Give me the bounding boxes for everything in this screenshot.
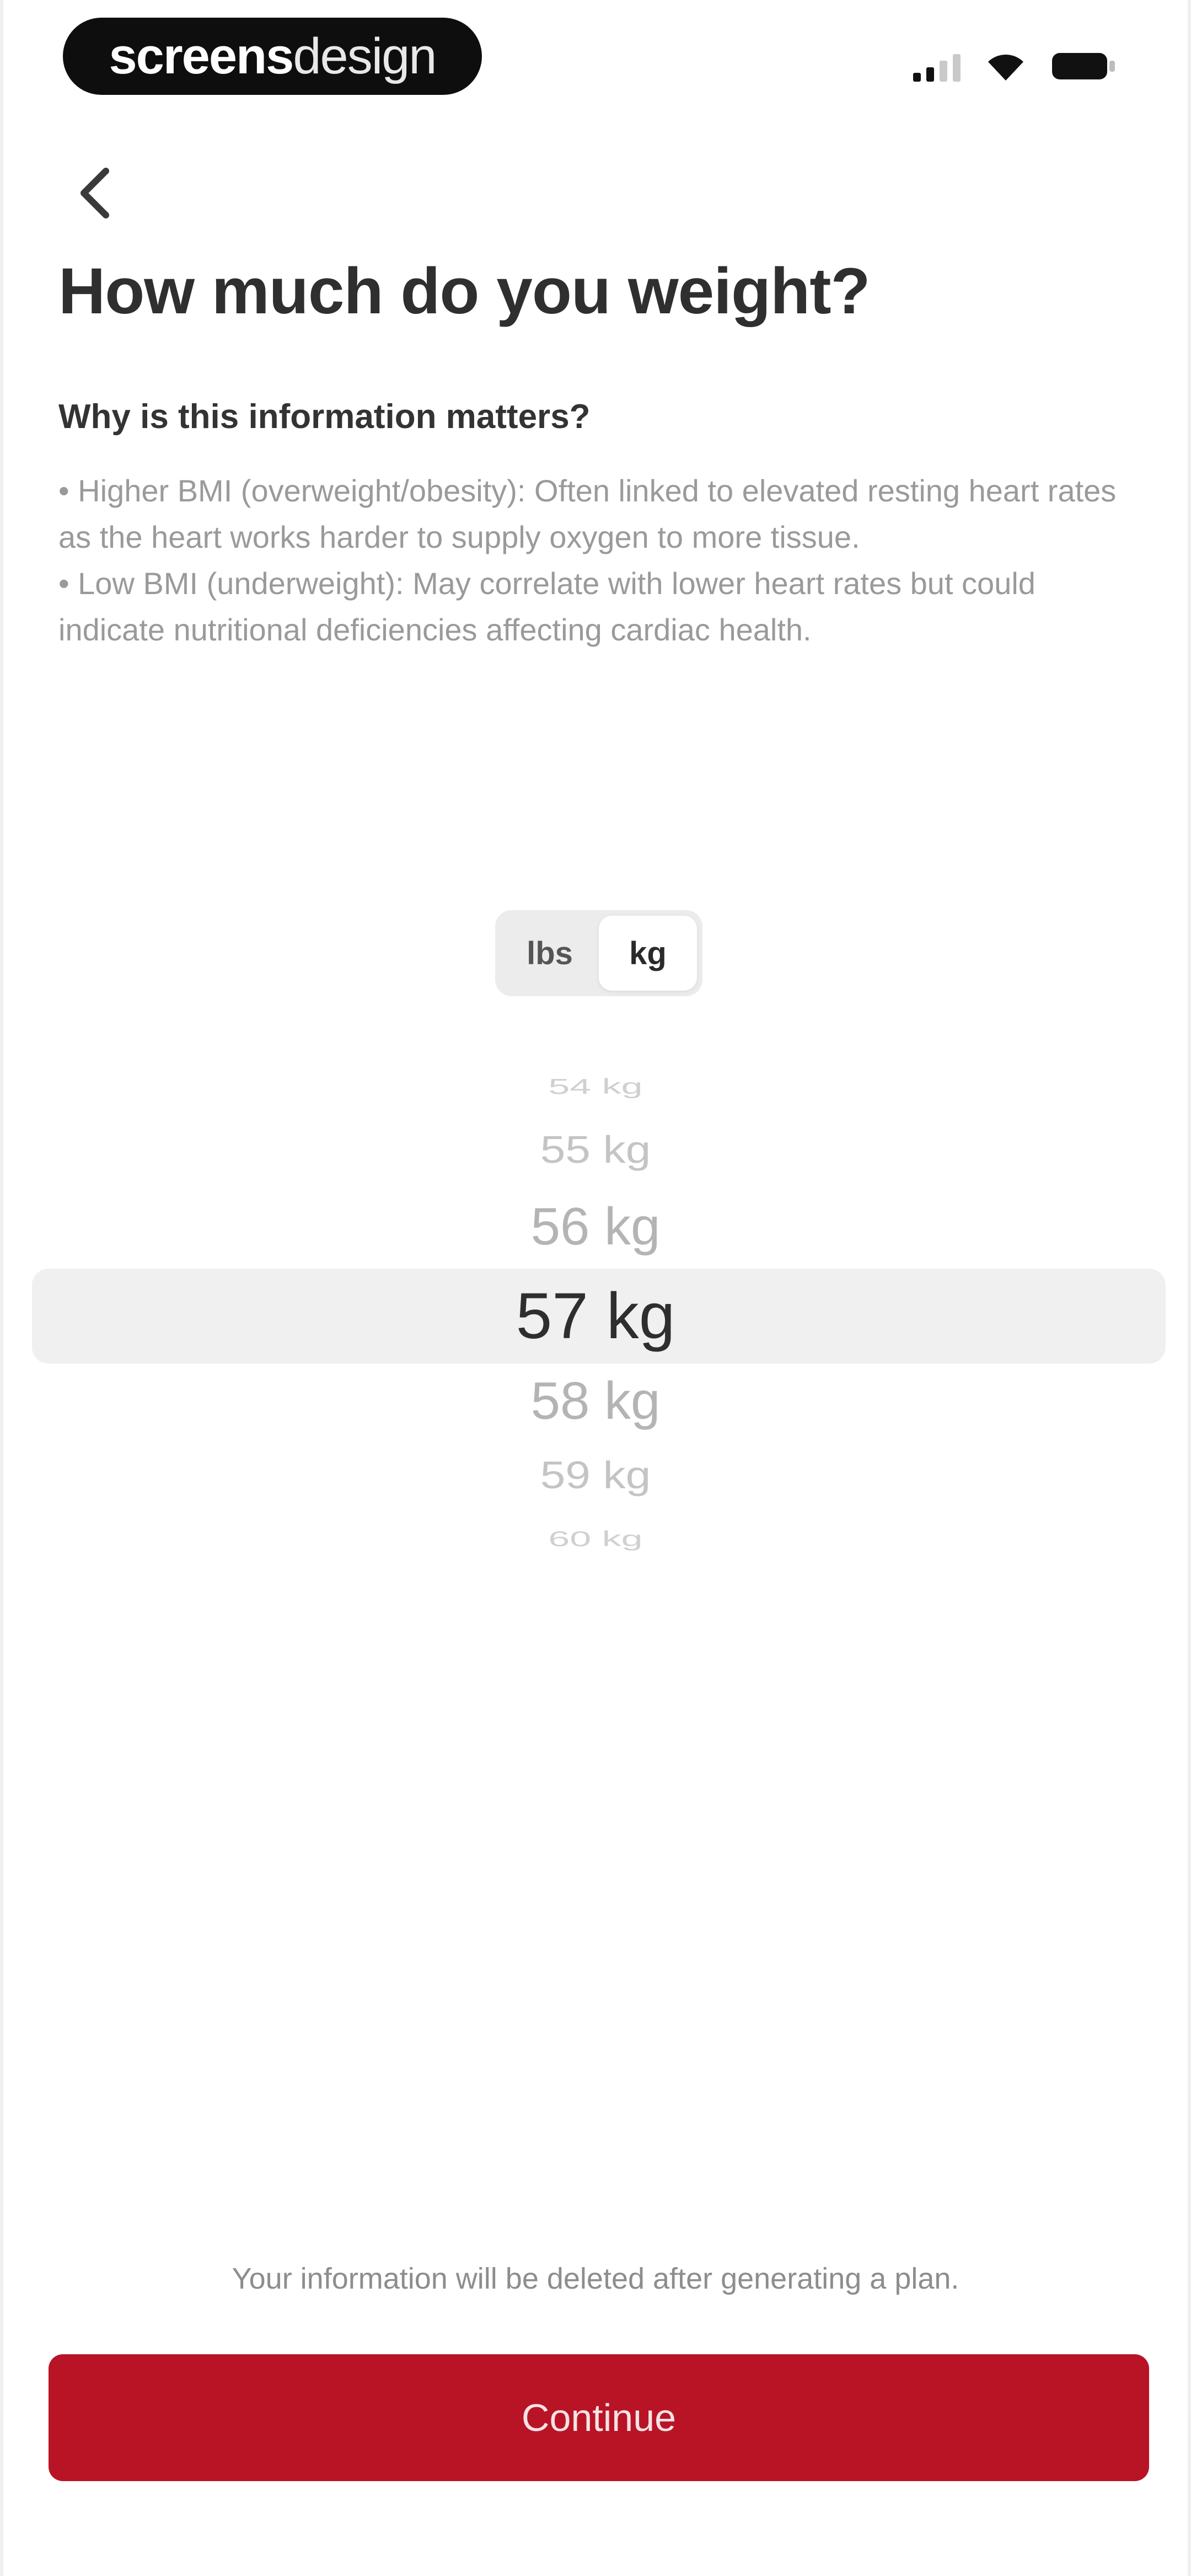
status-icons [913, 51, 1116, 82]
picker-item[interactable]: 55 kg [3, 1124, 1188, 1176]
cellular-signal-icon [913, 54, 961, 82]
brand-logo-light: design [293, 28, 437, 84]
picker-item-selected[interactable]: 57 kg [3, 1272, 1188, 1360]
info-point-high-bmi: • Higher BMI (overweight/obesity): Often… [58, 473, 1117, 554]
privacy-disclaimer: Your information will be deleted after g… [232, 2262, 959, 2295]
info-point-low-bmi: • Low BMI (underweight): May correlate w… [58, 566, 1036, 647]
unit-option-kg[interactable]: kg [599, 916, 697, 991]
brand-logo-bold: screens [109, 28, 294, 84]
chevron-left-icon [81, 168, 109, 218]
picker-item[interactable]: 54 kg [3, 1072, 1188, 1102]
unit-toggle: lbs kg [495, 910, 702, 996]
picker-item[interactable]: 60 kg [3, 1524, 1188, 1554]
back-button[interactable] [64, 154, 125, 232]
battery-icon [1051, 51, 1116, 82]
picker-item[interactable]: 58 kg [3, 1368, 1188, 1434]
status-bar: screens design [3, 0, 1188, 116]
wifi-icon [986, 51, 1026, 82]
unit-option-lbs[interactable]: lbs [501, 916, 599, 991]
page-title: How much do you weight? [58, 255, 871, 328]
picker-item[interactable]: 56 kg [3, 1194, 1188, 1260]
picker-item[interactable]: 59 kg [3, 1450, 1188, 1501]
weight-picker[interactable]: 54 kg 55 kg 56 kg 57 kg 58 kg 59 kg 60 k… [3, 1059, 1188, 1578]
continue-button[interactable]: Continue [49, 2354, 1149, 2481]
brand-logo: screens design [63, 18, 482, 95]
weight-screen: screens design How much do you weight? W… [0, 0, 1191, 2576]
info-body: • Higher BMI (overweight/obesity): Often… [58, 468, 1145, 653]
info-heading: Why is this information matters? [58, 398, 591, 436]
